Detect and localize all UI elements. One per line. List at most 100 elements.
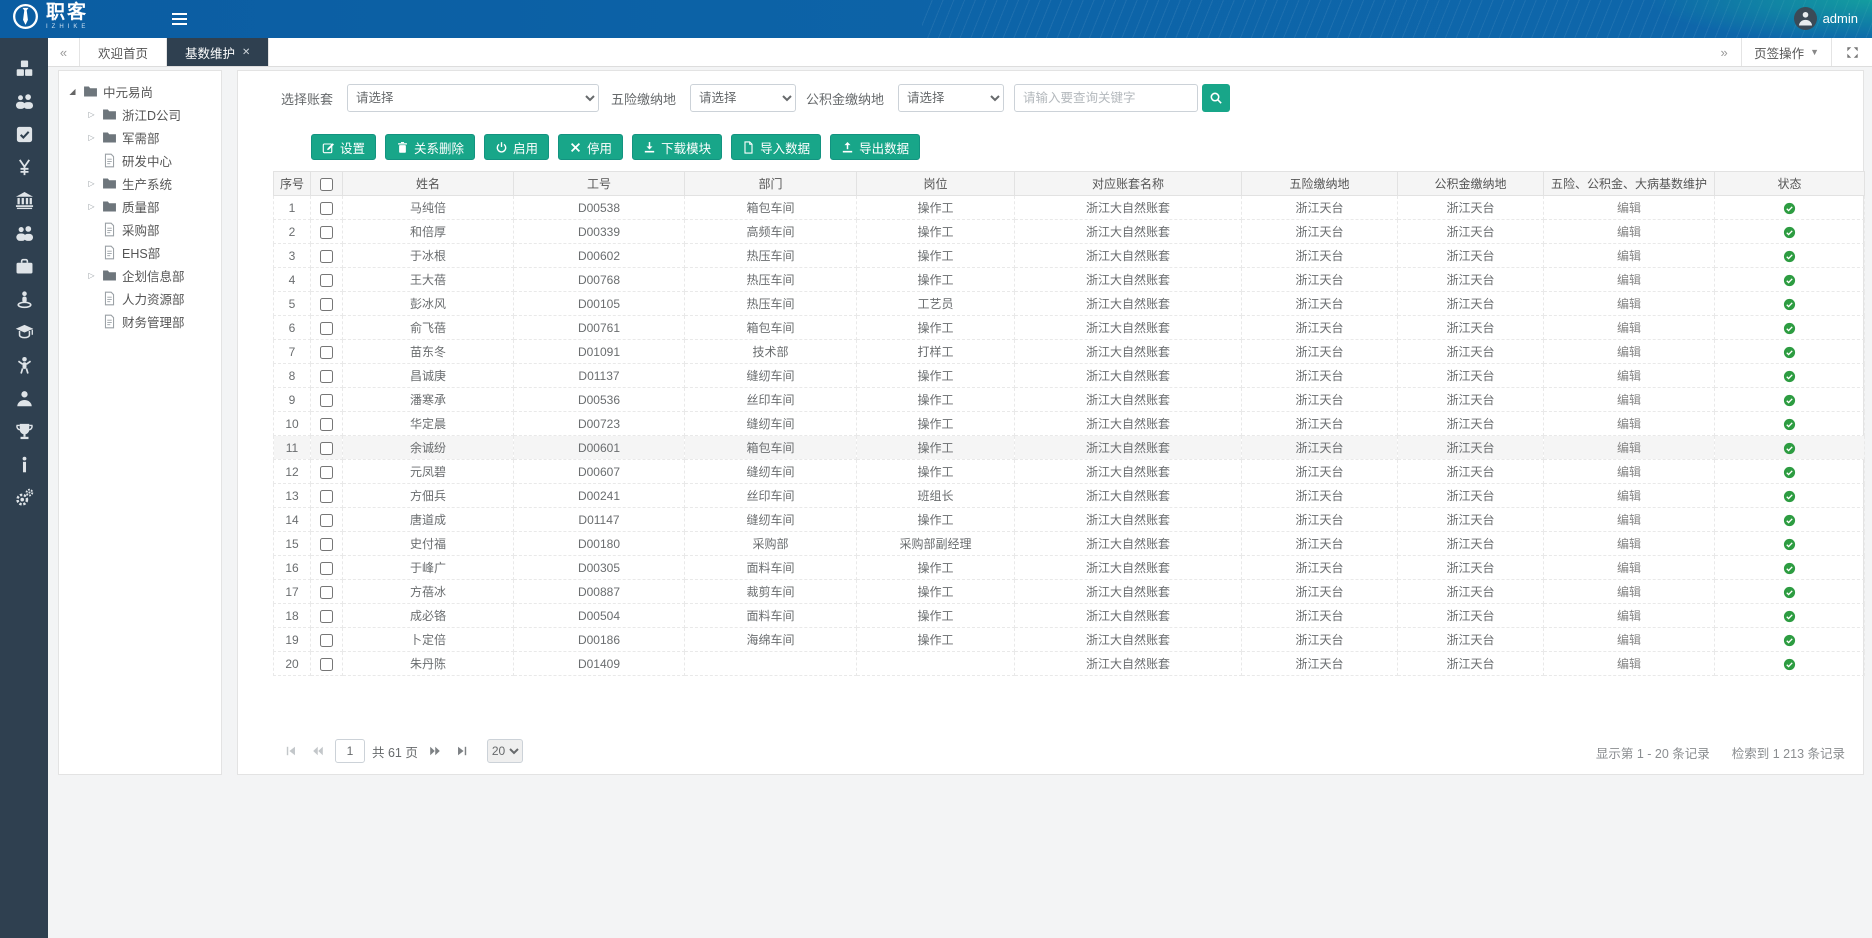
- edit-link[interactable]: 编辑: [1617, 369, 1641, 383]
- row-checkbox[interactable]: [320, 322, 333, 335]
- row-checkbox[interactable]: [320, 562, 333, 575]
- row-checkbox[interactable]: [320, 658, 333, 671]
- row-checkbox[interactable]: [320, 586, 333, 599]
- keyword-search-input[interactable]: [1014, 84, 1198, 112]
- edit-link[interactable]: 编辑: [1617, 585, 1641, 599]
- edit-link[interactable]: 编辑: [1617, 441, 1641, 455]
- edit-link[interactable]: 编辑: [1617, 297, 1641, 311]
- tree-caret-collapsed-icon[interactable]: ▷: [86, 271, 97, 280]
- insurance-city-select[interactable]: 请选择: [690, 84, 796, 112]
- row-checkbox[interactable]: [320, 610, 333, 623]
- row-checkbox[interactable]: [320, 514, 333, 527]
- tree-node-研发中心[interactable]: 研发中心: [59, 149, 221, 172]
- tree-caret-collapsed-icon[interactable]: ▷: [86, 202, 97, 211]
- tab-基数维护[interactable]: 基数维护✕: [167, 38, 269, 66]
- last-page-button[interactable]: [452, 741, 472, 761]
- tree-node-EHS部[interactable]: EHS部: [59, 241, 221, 264]
- edit-link[interactable]: 编辑: [1617, 609, 1641, 623]
- first-page-button[interactable]: [281, 741, 301, 761]
- search-button[interactable]: [1202, 84, 1230, 112]
- fund-city-select[interactable]: 请选择: [898, 84, 1004, 112]
- page-number-input[interactable]: [335, 739, 365, 763]
- rail-item-yen[interactable]: [0, 151, 48, 184]
- edit-link[interactable]: 编辑: [1617, 465, 1641, 479]
- rail-item-trophy[interactable]: [0, 415, 48, 448]
- edit-link[interactable]: 编辑: [1617, 513, 1641, 527]
- rail-item-graduation-cap[interactable]: [0, 316, 48, 349]
- tabs-scroll-right-button[interactable]: »: [1707, 38, 1741, 66]
- rail-item-user[interactable]: [0, 382, 48, 415]
- tree-caret-collapsed-icon[interactable]: ▷: [86, 179, 97, 188]
- row-checkbox[interactable]: [320, 538, 333, 551]
- row-checkbox[interactable]: [320, 466, 333, 479]
- edit-link[interactable]: 编辑: [1617, 489, 1641, 503]
- toolbar-button-启用[interactable]: 启用: [484, 134, 549, 160]
- edit-link[interactable]: 编辑: [1617, 201, 1641, 215]
- rail-item-team[interactable]: [0, 85, 48, 118]
- tree-node-军需部[interactable]: ▷军需部: [59, 126, 221, 149]
- edit-link[interactable]: 编辑: [1617, 321, 1641, 335]
- rail-item-child[interactable]: [0, 349, 48, 382]
- toolbar-button-停用[interactable]: 停用: [558, 134, 623, 160]
- edit-link[interactable]: 编辑: [1617, 393, 1641, 407]
- edit-link[interactable]: 编辑: [1617, 657, 1641, 671]
- sidebar-toggle-button[interactable]: [166, 8, 192, 30]
- toolbar-button-设置[interactable]: 设置: [311, 134, 376, 160]
- rail-item-check-square[interactable]: [0, 118, 48, 151]
- rail-item-briefcase[interactable]: [0, 250, 48, 283]
- rail-item-bank[interactable]: [0, 184, 48, 217]
- tab-operations-dropdown[interactable]: 页签操作 ▼: [1741, 38, 1832, 66]
- account-select[interactable]: 请选择: [347, 84, 599, 112]
- tab-close-icon[interactable]: ✕: [242, 47, 250, 58]
- edit-link[interactable]: 编辑: [1617, 249, 1641, 263]
- edit-link[interactable]: 编辑: [1617, 345, 1641, 359]
- edit-link[interactable]: 编辑: [1617, 225, 1641, 239]
- rail-item-users[interactable]: [0, 217, 48, 250]
- select-all-checkbox[interactable]: [320, 178, 333, 191]
- row-checkbox[interactable]: [320, 346, 333, 359]
- prev-page-button[interactable]: [308, 741, 328, 761]
- toolbar-button-导入数据[interactable]: 导入数据: [731, 134, 821, 160]
- edit-link[interactable]: 编辑: [1617, 417, 1641, 431]
- user-menu[interactable]: admin: [1794, 7, 1858, 30]
- rail-item-cogs[interactable]: [0, 481, 48, 514]
- row-checkbox[interactable]: [320, 298, 333, 311]
- tree-node-企划信息部[interactable]: ▷企划信息部: [59, 264, 221, 287]
- toolbar-button-导出数据[interactable]: 导出数据: [830, 134, 920, 160]
- row-checkbox[interactable]: [320, 274, 333, 287]
- tree-caret-collapsed-icon[interactable]: ▷: [86, 110, 97, 119]
- tree-caret-expanded-icon[interactable]: ◢: [67, 87, 78, 96]
- cell-department: 高频车间: [685, 220, 857, 244]
- tabs-scroll-left-button[interactable]: «: [48, 38, 80, 66]
- tree-node-财务管理部[interactable]: 财务管理部: [59, 310, 221, 333]
- next-page-button[interactable]: [425, 741, 445, 761]
- row-checkbox[interactable]: [320, 442, 333, 455]
- edit-link[interactable]: 编辑: [1617, 561, 1641, 575]
- page-size-select[interactable]: 20: [487, 739, 523, 763]
- tree-node-浙江D公司[interactable]: ▷浙江D公司: [59, 103, 221, 126]
- toolbar-button-关系删除[interactable]: 关系删除: [385, 134, 475, 160]
- row-checkbox[interactable]: [320, 634, 333, 647]
- tab-欢迎首页[interactable]: 欢迎首页: [80, 38, 167, 66]
- tree-node-质量部[interactable]: ▷质量部: [59, 195, 221, 218]
- rail-item-info[interactable]: [0, 448, 48, 481]
- row-checkbox[interactable]: [320, 370, 333, 383]
- rail-item-cubes[interactable]: [0, 52, 48, 85]
- row-checkbox[interactable]: [320, 394, 333, 407]
- fullscreen-toggle-button[interactable]: [1832, 38, 1872, 66]
- tree-caret-collapsed-icon[interactable]: ▷: [86, 133, 97, 142]
- row-checkbox[interactable]: [320, 202, 333, 215]
- row-checkbox[interactable]: [320, 418, 333, 431]
- toolbar-button-下载模块[interactable]: 下载模块: [632, 134, 722, 160]
- rail-item-street-view[interactable]: [0, 283, 48, 316]
- edit-link[interactable]: 编辑: [1617, 537, 1641, 551]
- row-checkbox[interactable]: [320, 226, 333, 239]
- edit-link[interactable]: 编辑: [1617, 273, 1641, 287]
- tree-node-中元易尚[interactable]: ◢中元易尚: [59, 80, 221, 103]
- row-checkbox[interactable]: [320, 490, 333, 503]
- tree-node-人力资源部[interactable]: 人力资源部: [59, 287, 221, 310]
- tree-node-生产系统[interactable]: ▷生产系统: [59, 172, 221, 195]
- edit-link[interactable]: 编辑: [1617, 633, 1641, 647]
- row-checkbox[interactable]: [320, 250, 333, 263]
- tree-node-采购部[interactable]: 采购部: [59, 218, 221, 241]
